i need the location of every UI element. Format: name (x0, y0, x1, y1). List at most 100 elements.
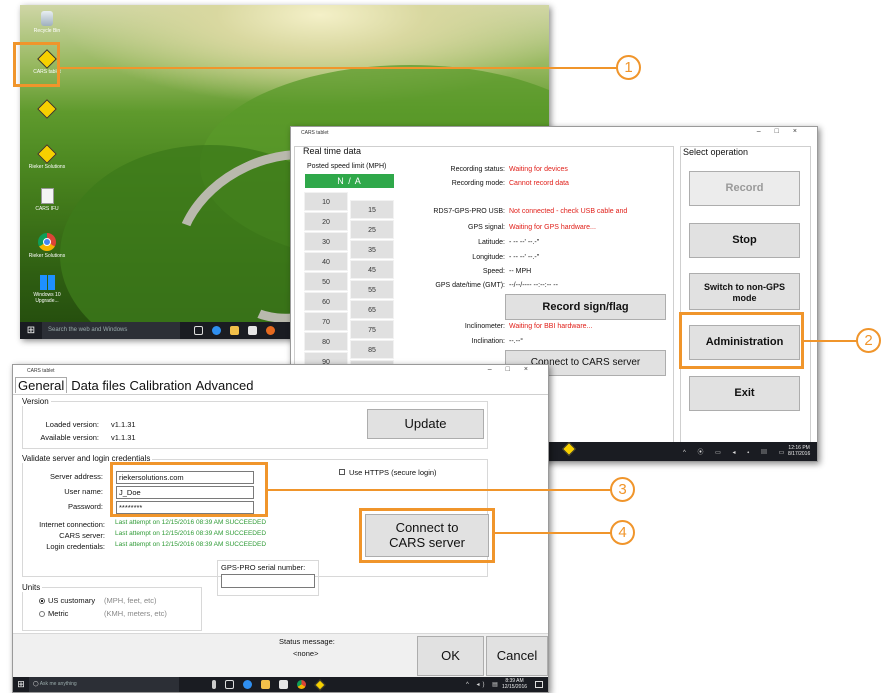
switch-non-gps-button[interactable]: Switch to non-GPS mode (689, 273, 800, 310)
speed-button[interactable]: 65 (350, 300, 394, 319)
speed-button[interactable]: 40 (304, 252, 348, 271)
gps-signal-value: Waiting for GPS hardware... (509, 224, 596, 231)
latitude-label: Latitude: (478, 239, 505, 246)
server-address-label: Server address: (50, 472, 103, 481)
callout-1: 1 (616, 55, 641, 80)
desktop-icon-windows-upgrade[interactable]: Windows 10 Upgrade... (28, 275, 66, 304)
speed-value: -- MPH (509, 268, 532, 275)
store-icon[interactable] (248, 326, 257, 335)
metric-radio[interactable] (39, 611, 45, 617)
callout-line (804, 340, 857, 342)
version-title: Version (22, 397, 51, 406)
cars-app-icon[interactable] (314, 678, 326, 691)
desktop-icon-label: CARS IFU (35, 206, 59, 212)
desktop-icon-label: Rieker Solutions (28, 253, 66, 259)
desktop-icon-recycle-bin[interactable]: Recycle Bin (28, 11, 66, 34)
callout-4: 4 (610, 520, 635, 545)
speed-button[interactable]: 70 (304, 312, 348, 331)
desktop-icon-chrome[interactable]: Rieker Solutions (28, 233, 66, 259)
tab-calibration[interactable]: Calibration (129, 378, 191, 393)
username-label: User name: (64, 487, 103, 496)
update-button[interactable]: Update (367, 409, 484, 439)
speed-button[interactable]: 80 (304, 332, 348, 351)
ok-button[interactable]: OK (417, 636, 484, 676)
tab-advanced[interactable]: Advanced (196, 378, 254, 393)
start-button[interactable]: ⊞ (13, 679, 29, 690)
speed-button[interactable]: 50 (304, 272, 348, 291)
status-message-label: Status message: (279, 637, 335, 646)
system-tray: ^ ◂) ▤ (466, 682, 501, 688)
task-view-icon[interactable] (194, 326, 203, 335)
select-operation-title: Select operation (683, 147, 749, 157)
start-button[interactable]: ⊞ (20, 322, 42, 339)
cortana-search[interactable]: ◯ Ask me anything (29, 677, 179, 692)
usb-label: RDS7-GPS-PRO USB: (433, 208, 505, 215)
cancel-button[interactable]: Cancel (486, 636, 548, 676)
callout-line (60, 67, 617, 69)
inclinometer-value: Waiting for BBI hardware... (509, 323, 593, 330)
window-controls[interactable]: –□× (488, 366, 542, 373)
notification-icon[interactable] (535, 681, 543, 688)
desktop-icon-label: Windows 10 Upgrade... (33, 292, 61, 304)
loaded-version-label: Loaded version: (45, 420, 99, 429)
cars-app-icon (37, 144, 57, 164)
speed-button[interactable]: 10 (304, 192, 348, 211)
taskbar: ⊞ ◯ Ask me anything ^ ◂) ▤ 8:39 AM 12/15… (13, 677, 548, 692)
tab-bar: General Data files Calibration Advanced (15, 377, 257, 393)
us-customary-radio[interactable] (39, 598, 45, 604)
realtime-data-title: Real time data (303, 146, 362, 156)
callout-line (267, 489, 611, 491)
taskbar-search[interactable]: Search the web and Windows (42, 322, 180, 339)
desktop-icon-label: Rieker Solutions (28, 164, 66, 170)
callout-2: 2 (856, 328, 881, 353)
https-label: Use HTTPS (secure login) (349, 468, 437, 477)
speed-button[interactable]: 60 (304, 292, 348, 311)
inclination-label: Inclination: (471, 338, 505, 345)
exit-button[interactable]: Exit (689, 376, 800, 411)
clock-date: 12/15/2016 (502, 684, 528, 690)
login-credentials-status: Last attempt on 12/15/2016 08:39 AM SUCC… (115, 541, 267, 548)
window-titlebar: CARS tablet –□× (13, 365, 548, 377)
speed-button[interactable]: 20 (304, 212, 348, 231)
record-sign-flag-button[interactable]: Record sign/flag (505, 294, 666, 320)
gps-serial-input[interactable] (221, 574, 315, 588)
record-button[interactable]: Record (689, 171, 800, 206)
recording-mode-value: Cannot record data (509, 180, 569, 187)
edge-icon[interactable] (212, 326, 221, 335)
window-controls[interactable]: –□× (757, 128, 811, 135)
clock: 8:39 AM 12/15/2016 (502, 678, 527, 690)
loaded-version-value: v1.1.31 (111, 420, 136, 429)
speed-button[interactable]: 30 (304, 232, 348, 251)
recording-mode-label: Recording mode: (451, 180, 505, 187)
inclinometer-label: Inclinometer: (464, 323, 505, 330)
microphone-icon[interactable] (212, 680, 216, 689)
stop-button[interactable]: Stop (689, 223, 800, 258)
tab-general[interactable]: General (15, 377, 68, 393)
desktop-icon-label: Recycle Bin (33, 28, 61, 34)
cars-app-icon[interactable] (561, 441, 577, 457)
https-checkbox[interactable] (339, 469, 345, 475)
recycle-bin-icon (41, 11, 53, 26)
edge-icon[interactable] (243, 680, 252, 689)
password-label: Password: (67, 502, 103, 511)
status-message-value: <none> (293, 649, 319, 658)
window-title: CARS tablet (301, 130, 329, 136)
chrome-icon[interactable] (297, 680, 306, 689)
system-tray: ^ ⦿ ▭ ◂ ⬩ ▤ ▭ (683, 450, 790, 456)
units-title: Units (22, 583, 43, 592)
callout-3: 3 (610, 477, 635, 502)
chrome-icon (38, 233, 56, 251)
recording-status-value: Waiting for devices (509, 166, 568, 173)
desktop-icon-cars[interactable] (28, 99, 66, 119)
store-icon[interactable] (279, 680, 288, 689)
desktop-icon-cars-ifu[interactable]: CARS IFU (28, 188, 66, 212)
gps-serial-label: GPS-PRO serial number: (221, 563, 306, 572)
desktop-icon-rieker[interactable]: Rieker Solutions (28, 144, 66, 170)
cars-server-status: Last attempt on 12/15/2016 08:39 AM SUCC… (115, 530, 267, 537)
window-title: CARS tablet (27, 368, 55, 374)
tab-data-files[interactable]: Data files (71, 378, 125, 393)
task-view-icon[interactable] (225, 680, 234, 689)
firefox-icon[interactable] (266, 326, 275, 335)
file-explorer-icon[interactable] (230, 326, 239, 335)
file-explorer-icon[interactable] (261, 680, 270, 689)
